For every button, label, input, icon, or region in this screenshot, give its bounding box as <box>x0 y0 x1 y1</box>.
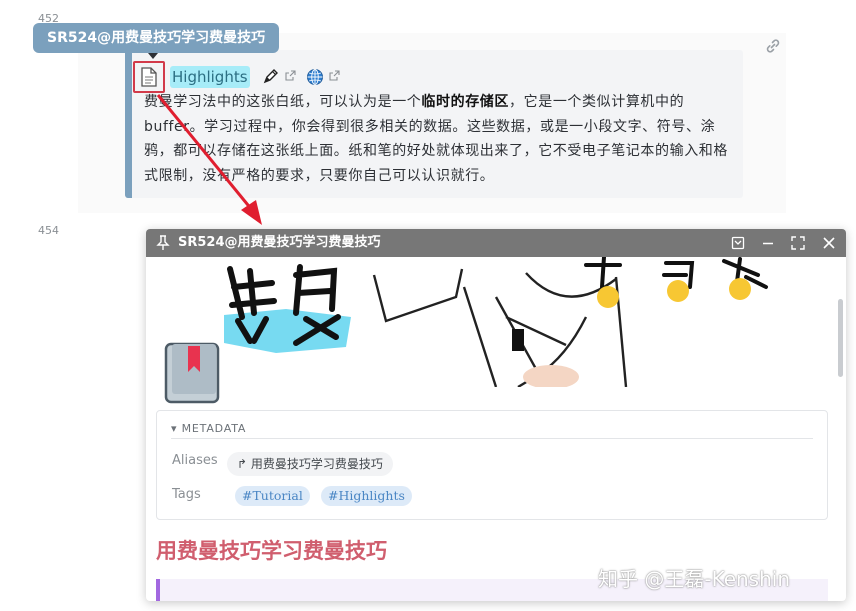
highlights-link[interactable]: Highlights <box>170 66 250 88</box>
hover-preview-panel: SR524@用费曼技巧学习费曼技巧 ▾ METADATA Aliases ↱ 用… <box>146 229 846 601</box>
alias-value: 用费曼技巧学习费曼技巧 <box>250 457 383 471</box>
panel-title: SR524@用费曼技巧学习费曼技巧 <box>178 235 381 250</box>
note-heading: 用费曼技巧学习费曼技巧 <box>156 539 387 563</box>
page: 452 454 SR524@用费曼技巧学习费曼技巧 Highlights 费曼学… <box>0 0 856 611</box>
watermark: 知乎 @王磊-Kenshin <box>598 567 791 591</box>
sketch-illustration <box>224 257 768 387</box>
panel-header[interactable]: SR524@用费曼技巧学习费曼技巧 <box>146 229 846 257</box>
minimize-icon[interactable] <box>760 235 776 251</box>
metadata-toggle[interactable]: ▾ METADATA <box>171 422 246 435</box>
pen-icon[interactable] <box>262 67 280 85</box>
globe-icon[interactable] <box>306 68 324 86</box>
tags-label: Tags <box>172 487 201 502</box>
document-icon-button[interactable] <box>133 61 165 93</box>
save-icon[interactable] <box>730 235 746 251</box>
alias-arrow-icon: ↱ <box>237 457 251 471</box>
tag-chip[interactable]: #Tutorial <box>235 486 310 506</box>
tag-chip[interactable]: #Highlights <box>321 486 412 506</box>
aliases-label: Aliases <box>172 453 218 468</box>
external-link-icon[interactable] <box>285 70 296 81</box>
external-link-icon[interactable] <box>329 70 340 81</box>
document-icon <box>141 67 157 87</box>
close-icon[interactable] <box>821 235 837 251</box>
scrollbar-thumb[interactable] <box>838 299 843 377</box>
metadata-box: ▾ METADATA Aliases ↱ 用费曼技巧学习费曼技巧 Tags #T… <box>156 410 828 520</box>
source-tag-badge[interactable]: SR524@用费曼技巧学习费曼技巧 <box>33 23 280 53</box>
maximize-icon[interactable] <box>790 235 806 251</box>
paragraph-bold-text: 临时的存储区 <box>421 94 510 110</box>
link-chain-icon[interactable] <box>764 37 782 55</box>
paragraph-text: 费曼学习法中的这张白纸，可以认为是一个 <box>144 94 422 110</box>
pin-icon[interactable] <box>156 235 170 251</box>
book-bookmark-icon <box>164 342 220 404</box>
alias-chip[interactable]: ↱ 用费曼技巧学习费曼技巧 <box>227 452 393 476</box>
line-number: 454 <box>38 224 59 237</box>
tag-pointer <box>148 53 158 59</box>
divider <box>171 438 813 439</box>
highlight-paragraph: 费曼学习法中的这张白纸，可以认为是一个临时的存储区，它是一个类似计算机中的 bu… <box>144 90 734 188</box>
